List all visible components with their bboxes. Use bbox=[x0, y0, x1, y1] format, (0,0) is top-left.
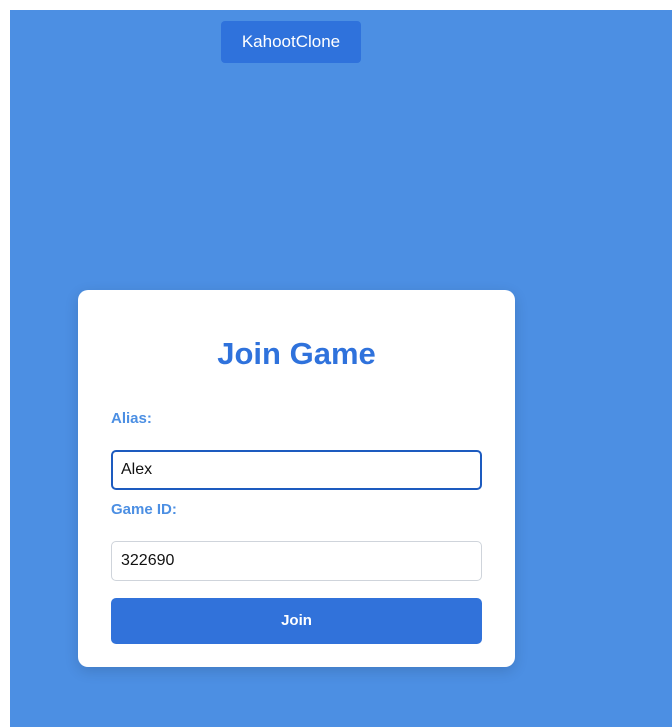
join-game-card: Join Game Alias: Game ID: Join bbox=[78, 290, 515, 667]
game-id-label: Game ID: bbox=[111, 501, 177, 518]
page-background: KahootClone Join Game Alias: Game ID: Jo… bbox=[10, 10, 672, 727]
alias-input[interactable] bbox=[111, 450, 482, 490]
game-id-input[interactable] bbox=[111, 541, 482, 581]
join-button[interactable]: Join bbox=[111, 598, 482, 644]
brand-button[interactable]: KahootClone bbox=[221, 21, 361, 63]
alias-label: Alias: bbox=[111, 410, 152, 427]
join-game-title: Join Game bbox=[217, 336, 376, 371]
